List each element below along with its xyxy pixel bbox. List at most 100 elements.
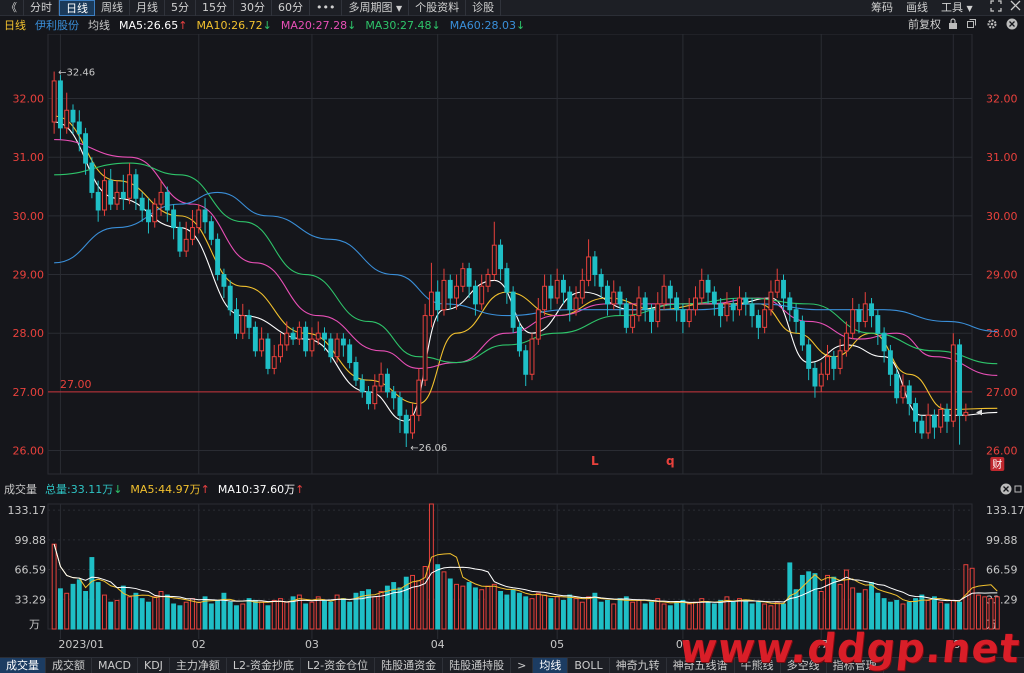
candle-body [504,268,510,293]
tools-label: 工具 [941,1,963,14]
tab-main-net[interactable]: 主力净额 [170,657,227,673]
restore-icon[interactable] [966,18,977,34]
diagnose-button[interactable]: 诊股 [466,0,502,16]
volume-bar [315,596,321,630]
candle-body [359,379,365,393]
volume-bar [485,585,491,630]
close-icon[interactable] [1006,18,1018,34]
candle-body [422,315,428,381]
candle-body [101,180,107,211]
draw-line-button[interactable]: 画线 [906,0,928,16]
tab-60min[interactable]: 60分 [272,0,310,16]
candle-body [636,297,642,317]
volume-bar [850,587,856,630]
volume-bar [869,582,874,630]
stock-name[interactable]: 伊利股份 [35,17,79,33]
tabs-scroll-arrow[interactable]: > [511,657,534,673]
expand-icon[interactable] [990,0,1002,16]
volume-bar [931,596,937,630]
volume-bar [447,578,453,630]
volume-bar [875,592,881,630]
tab-hk-connect-flow[interactable]: 陆股通资金 [375,657,444,673]
tab-15min[interactable]: 15分 [196,0,234,16]
volume-bar [523,596,529,630]
candle-body [252,326,258,352]
tab-weekly[interactable]: 周线 [95,0,130,16]
candle-body [221,274,227,287]
volume-bar [127,596,133,630]
tab-ma[interactable]: 均线 [533,657,569,673]
volume-bar [655,598,661,630]
lock-icon[interactable] [948,18,958,34]
candle-body [403,414,409,434]
volume-bar [693,601,698,630]
tab-monthly[interactable]: 月线 [130,0,165,16]
volume-bar [428,503,434,630]
ma60-line [54,191,998,332]
candle-body [573,297,579,311]
volume-bar [718,599,724,630]
volume-ma5: MA5:44.97万↑ [130,483,210,496]
candle-body [944,408,950,422]
candle-body [535,309,541,340]
tab-l2-bottom[interactable]: L2-资金抄底 [227,657,302,673]
volume-bar [152,596,158,630]
volume-bar [818,591,824,630]
volume-bar [699,598,705,630]
tab-30min[interactable]: 30分 [234,0,272,16]
candle-body [177,227,183,252]
tab-kdj[interactable]: KDJ [138,657,170,673]
candle-body [730,303,736,311]
tab-intraday[interactable]: 分时 [24,0,59,16]
signal-marker: q [666,454,675,468]
close-icon[interactable] [1000,483,1012,499]
tab-hk-connect-hold[interactable]: 陆股通持股 [443,657,512,673]
volume-bar [535,592,541,630]
candle-body [196,209,202,229]
candle-body [605,285,610,305]
candle-body [661,285,667,305]
tab-boll[interactable]: BOLL [568,657,610,673]
tab-nine-turn[interactable]: 神奇九转 [610,657,667,673]
more-button[interactable]: ••• [310,0,343,16]
candle-body [548,285,554,299]
candle-body [227,285,233,311]
volume-bar [384,585,390,630]
adjust-mode[interactable]: 前复权 [908,17,941,33]
stock-info-button[interactable]: 个股资料 [409,0,467,16]
ma10-value: MA10:26.72↓ [196,18,272,32]
finance-marker: 财 [992,458,1002,471]
candle-body [95,191,101,211]
tab-macd[interactable]: MACD [92,657,138,673]
ma-label[interactable]: 均线 [88,17,110,33]
volume-bar [208,603,214,630]
period-label: 日线 [4,19,26,32]
tab-5min[interactable]: 5分 [165,0,196,16]
volume-bar [435,564,441,630]
close-icon[interactable] [1010,0,1021,16]
tab-daily[interactable]: 日线 [59,0,95,16]
candle-body [831,356,837,369]
candle-body [567,291,573,311]
restore-icon[interactable] [1014,483,1024,499]
back-button[interactable]: 《 [0,0,24,16]
gear-icon[interactable] [986,18,998,34]
chip-button[interactable]: 筹码 [871,0,893,16]
volume-bar [862,589,868,630]
candle-body [89,162,95,193]
tools-dropdown[interactable]: 工具 ▼ [941,0,973,16]
candle-body [378,373,384,387]
candle-body [560,279,566,293]
tab-l2-position[interactable]: L2-资金仓位 [301,657,376,673]
candle-body [64,109,70,129]
candle-body [774,279,780,293]
volume-bar [988,598,994,630]
multi-period-dropdown[interactable]: 多周期图 ▼ [342,0,410,16]
price-chart[interactable]: 32.00 32.00 31.00 31.00 30.00 30.00 29.00 29.00… [0,34,1024,481]
tab-volume[interactable]: 成交量 [0,657,46,673]
candle-body [749,303,755,317]
candle-body [485,274,491,287]
volume-bar [592,592,598,630]
volume-tick-left: 99.88 [15,534,47,547]
tab-turnover[interactable]: 成交额 [46,657,92,673]
